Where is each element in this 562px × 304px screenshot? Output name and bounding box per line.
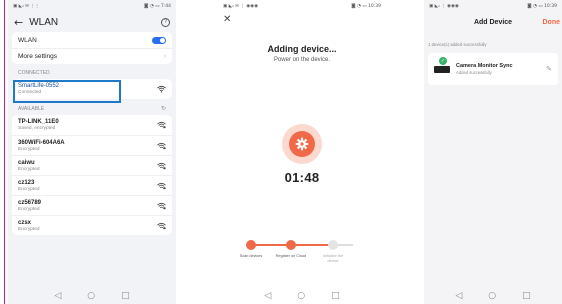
device-card[interactable]: ✓ Camera Monitor Sync Added successfully… [428, 53, 558, 85]
nav-home-icon[interactable]: ○ [297, 291, 305, 301]
camera-device-icon [434, 65, 450, 73]
page-title: WLAN [29, 16, 59, 28]
network-name: 360WiFi-604A6A [18, 139, 65, 146]
network-item[interactable]: czsx Encrypted [12, 215, 172, 235]
network-name: cz123 [18, 179, 35, 186]
step-dot-initialize [328, 240, 338, 250]
available-networks-list: TP-LINK_11E0 Saved, encrypted 360WiFi-604… [12, 115, 172, 235]
countdown-timer: 01:48 [284, 170, 320, 185]
wlan-label: WLAN [18, 36, 37, 44]
more-settings-row[interactable]: More settings › [12, 48, 172, 64]
step-connector [251, 244, 291, 246]
wifi-signal-icon [157, 85, 166, 93]
wifi-locked-icon [157, 202, 166, 209]
network-item[interactable]: cz56789 Encrypted [12, 195, 172, 215]
wifi-locked-icon [157, 182, 166, 189]
progress-steps: Scan devices Register on Cloud Initializ… [240, 240, 358, 270]
network-name: TP-LINK_11E0 [18, 119, 59, 125]
step-label-scan: Scan devices [239, 254, 263, 258]
available-header-label: AVAILABLE [18, 105, 45, 112]
nav-back-icon[interactable]: ◁ [54, 291, 61, 301]
add-device-screen: ▣ ◣ᵢₗ ⋮ ◉◉◉ ◙ ◔ ▭ 10:39 Add Device Done … [424, 0, 562, 304]
adding-device-screen: ▣ ◣ᵢₗ ✉ ⋮ ◉◉◉ ◙ ◔ ▭ 10:39 ✕ Adding devic… [218, 0, 386, 304]
wifi-locked-icon [157, 121, 166, 129]
wlan-settings-card: WLAN More settings › [12, 32, 172, 64]
system-nav-bar: ◁ ○ □ [424, 288, 562, 304]
wlan-header: ← WLAN ? [8, 12, 176, 32]
status-left: ▣ ◣ᵢₗ ⋮ ◉◉◉ [429, 3, 459, 9]
network-status: Saved, encrypted [18, 126, 56, 131]
network-status: Encrypted [18, 166, 40, 172]
connected-header-label: CONNECTED [18, 70, 50, 76]
wifi-locked-icon [157, 142, 166, 149]
back-arrow-icon[interactable]: ← [14, 16, 23, 29]
network-name: cz56789 [18, 199, 42, 206]
adding-title: Adding device... [267, 44, 337, 54]
more-settings-label: More settings [18, 53, 58, 60]
network-item[interactable]: 360WiFi-604A6A Encrypted [12, 135, 172, 155]
chevron-right-icon: › [163, 53, 166, 60]
wlan-toggle[interactable] [152, 36, 166, 44]
network-name: caiwu [18, 159, 35, 166]
wifi-locked-icon [157, 162, 166, 169]
connected-section-header: CONNECTED [8, 64, 176, 79]
done-button[interactable]: Done [543, 19, 561, 26]
status-bar: ▣ ◣ᵢₗ ✉ ⋮⋮ ◙ ◔ ▭ 7:44 [8, 0, 176, 12]
step-label-register: Register on Cloud [275, 254, 307, 258]
step-dot-scan [246, 240, 256, 250]
help-icon[interactable]: ? [161, 17, 170, 27]
add-device-header: Add Device Done [424, 12, 562, 32]
device-status: Added successfully [456, 70, 492, 75]
status-left: ▣ ◣ᵢₗ ✉ ⋮⋮ [13, 3, 40, 9]
network-item[interactable]: caiwu Encrypted [12, 155, 172, 175]
nav-recents-icon[interactable]: □ [121, 291, 130, 301]
screenshot-canvas: ▣ ◣ᵢₗ ✉ ⋮⋮ ◙ ◔ ▭ 7:44 ← WLAN ? WLAN More… [0, 0, 562, 304]
close-icon[interactable]: ✕ [223, 14, 231, 25]
device-name: Camera Monitor Sync [456, 63, 513, 69]
status-bar: ▣ ◣ᵢₗ ✉ ⋮ ◉◉◉ ◙ ◔ ▭ 10:39 [218, 0, 386, 12]
edit-pencil-icon[interactable]: ✎ [546, 65, 552, 73]
nav-recents-icon[interactable]: □ [331, 291, 340, 301]
network-status: Encrypted [18, 226, 40, 232]
nav-back-icon[interactable]: ◁ [455, 291, 462, 301]
network-item[interactable]: cz123 Encrypted [12, 175, 172, 195]
status-left: ▣ ◣ᵢₗ ✉ ⋮ ◉◉◉ [223, 3, 259, 9]
progress-ring [282, 124, 322, 164]
check-icon: ✓ [439, 57, 447, 65]
gear-icon [289, 131, 315, 157]
status-bar: ▣ ◣ᵢₗ ⋮ ◉◉◉ ◙ ◔ ▭ 10:39 [424, 0, 562, 12]
network-status: Encrypted [18, 206, 40, 212]
wifi-locked-icon [157, 222, 166, 229]
network-status: Encrypted [18, 186, 40, 192]
step-connector [291, 244, 333, 246]
nav-recents-icon[interactable]: □ [522, 291, 531, 301]
step-label-initialize: Initialize the device [322, 254, 344, 263]
wlan-toggle-row[interactable]: WLAN [12, 32, 172, 48]
wlan-screen: ▣ ◣ᵢₗ ✉ ⋮⋮ ◙ ◔ ▭ 7:44 ← WLAN ? WLAN More… [8, 0, 176, 304]
status-right: ◙ ◔ ▭ 10:39 [527, 3, 557, 9]
network-status: Encrypted [18, 146, 40, 152]
system-nav-bar: ◁ ○ □ [218, 288, 386, 304]
network-item[interactable]: TP-LINK_11E0 Saved, encrypted [12, 115, 172, 135]
adding-subtitle: Power on the device. [273, 57, 331, 63]
network-name: czsx [18, 219, 32, 226]
refresh-icon[interactable]: ↻ [161, 105, 166, 112]
left-border-line [4, 0, 5, 304]
nav-home-icon[interactable]: ○ [87, 291, 95, 301]
page-title: Add Device [473, 18, 513, 26]
nav-back-icon[interactable]: ◁ [264, 291, 271, 301]
status-right: ◙ ◔ ▭ 7:44 [144, 3, 171, 9]
system-nav-bar: ◁ ○ □ [8, 288, 176, 304]
status-right: ◙ ◔ ▭ 10:39 [351, 3, 381, 9]
nav-home-icon[interactable]: ○ [488, 291, 496, 301]
connected-network-card: SmartLife-0552 Connected [12, 79, 172, 103]
added-count-text: 1 device(s) added successfully [428, 42, 487, 47]
highlight-box [13, 80, 121, 103]
step-dot-register [286, 240, 296, 250]
